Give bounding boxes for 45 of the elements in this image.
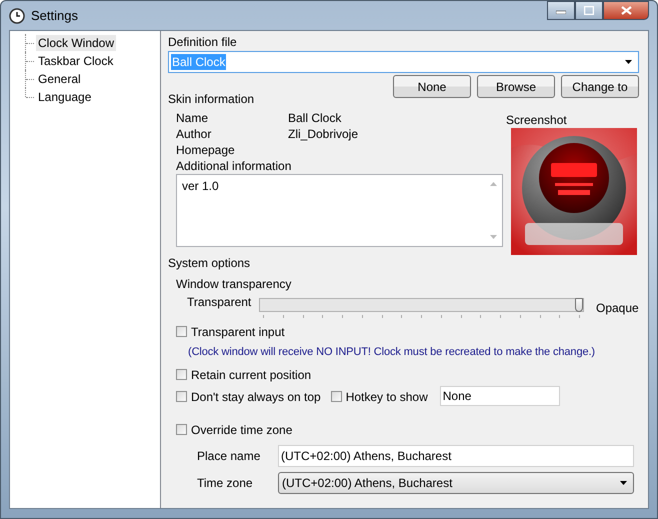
- checkbox-option[interactable]: Retain current position: [168, 364, 639, 385]
- minimize-button[interactable]: [547, 1, 575, 20]
- skin-button[interactable]: Change to: [561, 75, 639, 98]
- field-value: Zli_Dobrivoje: [288, 127, 358, 143]
- tree-item[interactable]: General: [36, 71, 83, 87]
- hotkey-checkbox[interactable]: Hotkey to show: [330, 386, 428, 407]
- checkbox-option[interactable]: Transparent input: [168, 321, 639, 342]
- screenshot-label: Screenshot: [506, 113, 568, 127]
- tree-item[interactable]: Taskbar Clock: [36, 53, 116, 69]
- field-label: Name: [176, 111, 210, 127]
- checkbox-option[interactable]: Don't stay always on top: [168, 386, 321, 407]
- scroll-up-arrow-icon[interactable]: [490, 182, 497, 186]
- dropdown-arrow-icon: [620, 481, 627, 485]
- maximize-button[interactable]: [575, 1, 603, 20]
- field-value: Ball Clock: [288, 111, 342, 127]
- tree-item[interactable]: Clock Window: [36, 35, 116, 51]
- field-label: Author: [176, 127, 212, 143]
- close-icon: [620, 6, 632, 15]
- tree-item[interactable]: Language: [36, 89, 94, 105]
- transparent-label: Transparent: [187, 294, 252, 309]
- time-zone-dropdown[interactable]: (UTC+02:00) Athens, Bucharest: [278, 472, 634, 494]
- clock-icon: [9, 8, 25, 24]
- close-button[interactable]: [603, 1, 649, 20]
- checkbox-option[interactable]: Override time zone: [168, 419, 639, 440]
- additional-information-field[interactable]: ver 1.0: [176, 174, 503, 247]
- maximize-icon: [584, 6, 594, 15]
- system-options-heading: System options: [168, 256, 252, 272]
- additional-information-label: Additional information: [176, 159, 292, 173]
- field-label: Homepage: [176, 143, 236, 159]
- minimize-icon: [556, 8, 566, 14]
- place-name-label: Place name: [197, 449, 262, 463]
- skin-information-heading: Skin information: [168, 92, 256, 108]
- window-transparency-label: Window transparency: [175, 277, 292, 293]
- time-zone-label: Time zone: [197, 476, 254, 490]
- window-title: Settings: [31, 8, 78, 23]
- hotkey-field[interactable]: None: [440, 386, 560, 406]
- skin-button[interactable]: Browse: [477, 75, 555, 98]
- additional-information-text: ver 1.0: [181, 178, 220, 195]
- scroll-down-arrow-icon[interactable]: [490, 235, 497, 239]
- dropdown-arrow-icon: [624, 60, 632, 64]
- skin-button[interactable]: None: [393, 75, 471, 98]
- definition-file-label: Definition file: [168, 35, 238, 51]
- warning-note: (Clock window will receive NO INPUT! Clock must be recreated to make the change.): [188, 345, 595, 360]
- opaque-label: Opaque: [596, 300, 639, 315]
- place-name-field[interactable]: (UTC+02:00) Athens, Bucharest: [278, 445, 634, 467]
